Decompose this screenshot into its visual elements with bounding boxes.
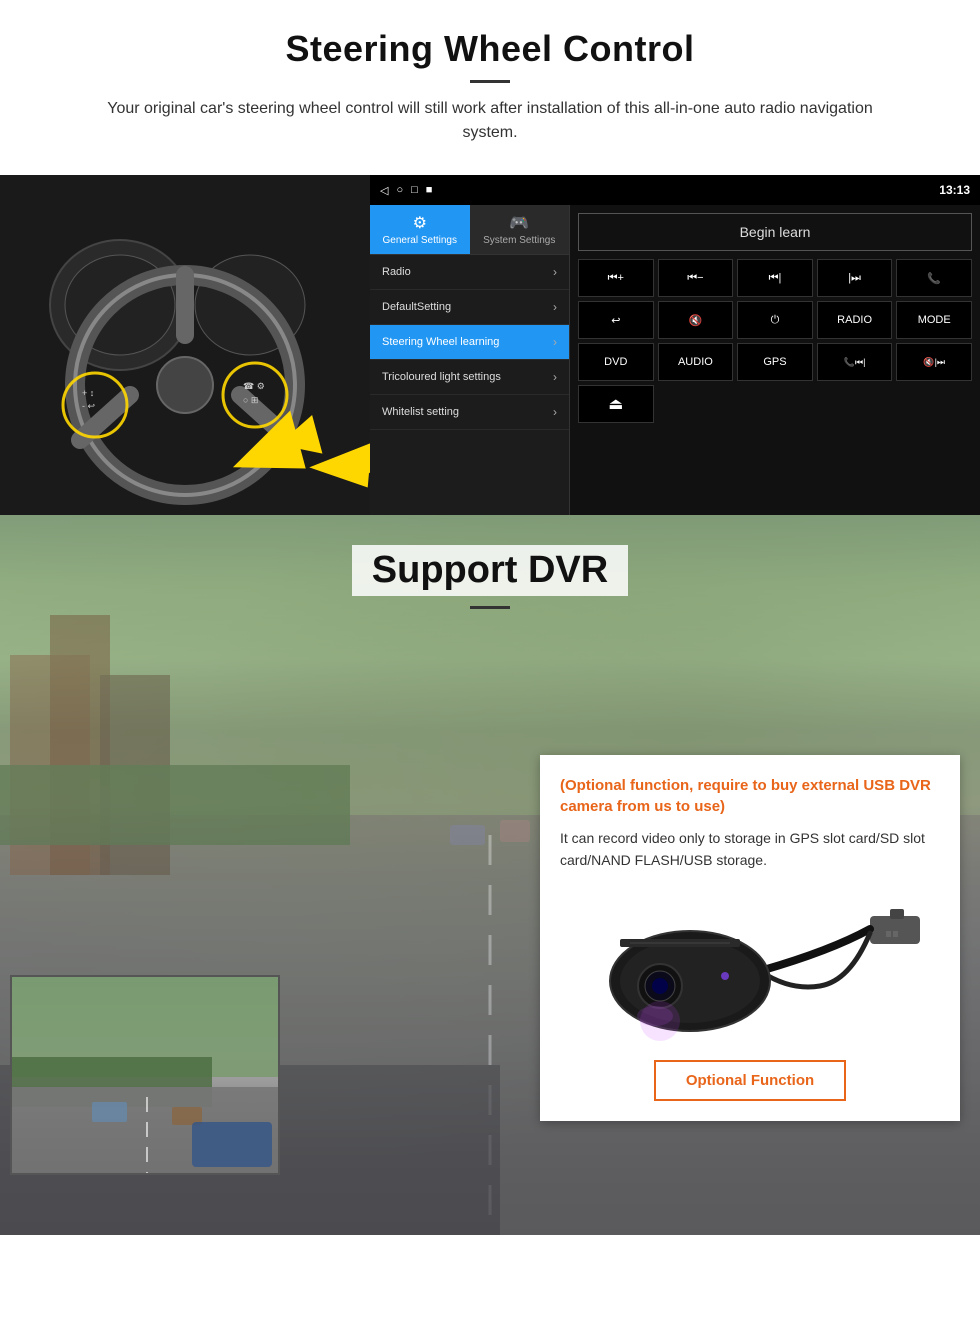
dvr-divider xyxy=(470,606,510,609)
android-statusbar: ◁ ○ □ ■ 13:13 xyxy=(370,175,980,205)
ctrl-dvd[interactable]: DVD xyxy=(578,343,654,381)
ctrl-vol-up[interactable]: ⏮+ xyxy=(578,259,654,297)
menu-radio[interactable]: Radio › xyxy=(370,255,569,290)
menu-steering-label: Steering Wheel learning xyxy=(382,336,499,348)
tab-system-label: System Settings xyxy=(483,235,555,246)
ctrl-gps[interactable]: GPS xyxy=(737,343,813,381)
system-settings-icon: 🎮 xyxy=(509,213,529,233)
svg-text:+ ↕: + ↕ xyxy=(82,388,94,398)
android-controls-panel: Begin learn ⏮+ ⏮− ⏮| |⏭ 📞 ↩ 🔇 ⏻ RADIO MO… xyxy=(570,205,980,515)
steering-title-area: Steering Wheel Control Your original car… xyxy=(0,0,980,157)
android-content: ⚙ General Settings 🎮 System Settings Rad… xyxy=(370,205,980,515)
control-buttons-grid: ⏮+ ⏮− ⏮| |⏭ 📞 ↩ 🔇 ⏻ RADIO MODE DVD AUDIO xyxy=(578,259,972,423)
menu-radio-label: Radio xyxy=(382,266,411,278)
ctrl-empty-3 xyxy=(817,385,893,423)
menu-default-label: DefaultSetting xyxy=(382,301,451,313)
ctrl-mute[interactable]: 🔇 xyxy=(658,301,734,339)
ctrl-audio[interactable]: AUDIO xyxy=(658,343,734,381)
menu-steering-wheel[interactable]: Steering Wheel learning › xyxy=(370,325,569,360)
ctrl-empty-1 xyxy=(658,385,734,423)
home-icon: ○ xyxy=(396,184,403,196)
ctrl-prev-track[interactable]: ⏮| xyxy=(737,259,813,297)
settings-tab-row: ⚙ General Settings 🎮 System Settings xyxy=(370,205,569,255)
ctrl-empty-4 xyxy=(896,385,972,423)
tab-system[interactable]: 🎮 System Settings xyxy=(470,205,570,254)
optional-function-button[interactable]: Optional Function xyxy=(654,1060,846,1101)
ctrl-phone-prev[interactable]: 📞⏮| xyxy=(817,343,893,381)
dvr-info-box: (Optional function, require to buy exter… xyxy=(540,755,960,1121)
steering-demo-area: + ↕ - ↩ ☎ ⚙ ○ ⊞ ◁ ○ □ ■ 13:13 xyxy=(0,175,980,515)
ctrl-radio[interactable]: RADIO xyxy=(817,301,893,339)
menu-tricolour[interactable]: Tricoloured light settings › xyxy=(370,360,569,395)
svg-text:☎ ⚙: ☎ ⚙ xyxy=(243,381,265,391)
dvr-title: Support DVR xyxy=(352,545,628,596)
ctrl-phone[interactable]: 📞 xyxy=(896,259,972,297)
menu-whitelist-arrow: › xyxy=(553,405,557,419)
ctrl-next-track[interactable]: |⏭ xyxy=(817,259,893,297)
menu-tricolour-arrow: › xyxy=(553,370,557,384)
general-settings-icon: ⚙ xyxy=(413,213,427,233)
tab-general-label: General Settings xyxy=(383,235,458,246)
begin-learn-button[interactable]: Begin learn xyxy=(578,213,972,251)
steering-subtitle: Your original car's steering wheel contr… xyxy=(80,97,900,145)
dvr-inset-road-scene xyxy=(12,977,278,1173)
ctrl-vol-down[interactable]: ⏮− xyxy=(658,259,734,297)
ctrl-power[interactable]: ⏻ xyxy=(737,301,813,339)
ctrl-mute-next[interactable]: 🔇|⏭ xyxy=(896,343,972,381)
menu-icon: ■ xyxy=(426,184,433,196)
svg-text:○ ⊞: ○ ⊞ xyxy=(243,395,258,405)
android-menu: ⚙ General Settings 🎮 System Settings Rad… xyxy=(370,205,570,515)
title-divider xyxy=(470,80,510,83)
statusbar-time: 13:13 xyxy=(939,183,970,197)
section-steering: Steering Wheel Control Your original car… xyxy=(0,0,980,515)
section-dvr: Support DVR (Optional function xyxy=(0,515,980,1235)
menu-whitelist[interactable]: Whitelist setting › xyxy=(370,395,569,430)
menu-default-arrow: › xyxy=(553,300,557,314)
android-panel: ◁ ○ □ ■ 13:13 ⚙ General Settings xyxy=(370,175,980,515)
dvr-camera-image xyxy=(560,886,940,1046)
recents-icon: □ xyxy=(411,184,418,196)
menu-whitelist-label: Whitelist setting xyxy=(382,406,459,418)
menu-radio-arrow: › xyxy=(553,265,557,279)
ctrl-mode[interactable]: MODE xyxy=(896,301,972,339)
steering-wheel-image: + ↕ - ↩ ☎ ⚙ ○ ⊞ xyxy=(0,175,370,515)
steering-title: Steering Wheel Control xyxy=(20,28,960,70)
dvr-title-area: Support DVR xyxy=(0,515,980,623)
menu-steering-arrow: › xyxy=(553,335,557,349)
menu-default-setting[interactable]: DefaultSetting › xyxy=(370,290,569,325)
dvr-inset-screenshot xyxy=(10,975,280,1175)
menu-tricolour-label: Tricoloured light settings xyxy=(382,371,501,383)
ctrl-empty-2 xyxy=(737,385,813,423)
statusbar-nav-icons: ◁ ○ □ ■ xyxy=(380,184,432,197)
dvr-info-body: It can record video only to storage in G… xyxy=(560,827,940,872)
tab-general[interactable]: ⚙ General Settings xyxy=(370,205,470,254)
ctrl-extra[interactable]: ⏏ xyxy=(578,385,654,423)
ctrl-back[interactable]: ↩ xyxy=(578,301,654,339)
back-icon: ◁ xyxy=(380,184,388,197)
svg-text:- ↩: - ↩ xyxy=(82,401,95,411)
dvr-info-title: (Optional function, require to buy exter… xyxy=(560,775,940,817)
